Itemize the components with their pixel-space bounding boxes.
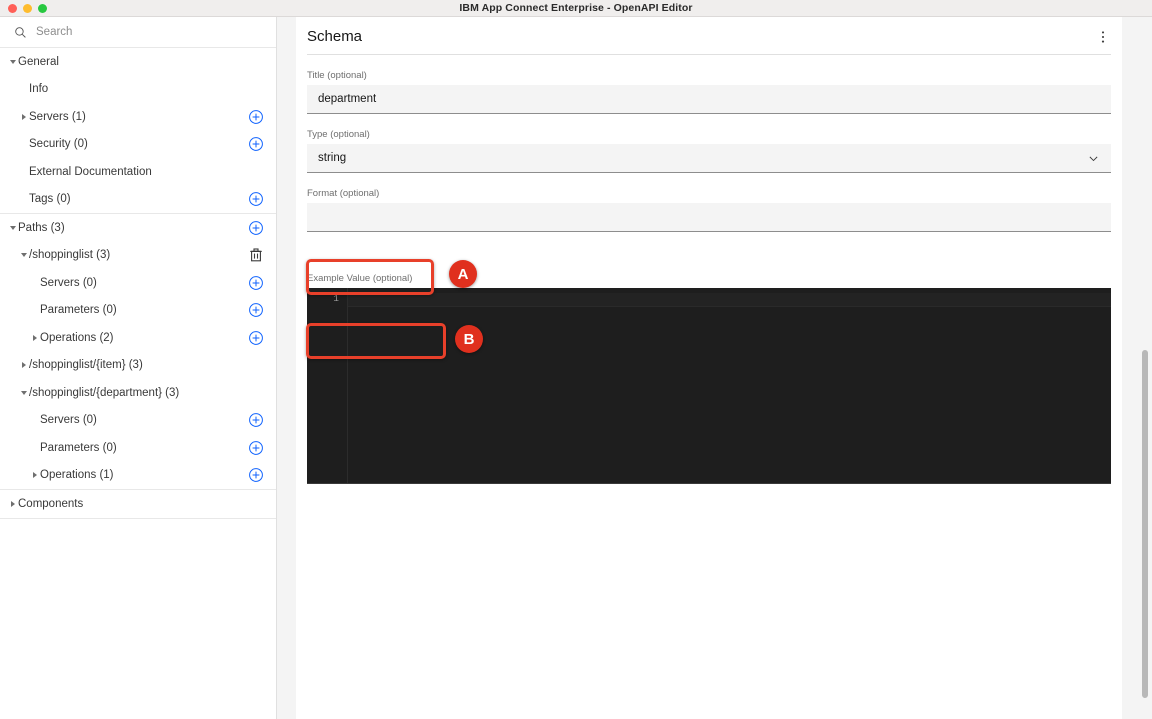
schema-title-input[interactable]: department	[307, 85, 1111, 114]
search-row[interactable]: Search	[0, 17, 276, 48]
add-icon[interactable]	[248, 440, 264, 456]
main-content: DeprecatedAllows Empty ValueExplodeAllow…	[277, 17, 1152, 719]
components-group: Components	[0, 490, 276, 519]
annotation-label-a: A	[458, 266, 469, 283]
editor-active-line	[348, 293, 1111, 307]
add-icon[interactable]	[248, 330, 264, 346]
search-icon	[14, 26, 27, 39]
kebab-menu-icon[interactable]	[1095, 29, 1111, 45]
schema-format-label: Format (optional)	[307, 188, 1111, 199]
editor-body[interactable]	[347, 288, 1111, 483]
editor-gutter: 1	[307, 288, 347, 483]
schema-type-field: Type (optional) string	[307, 114, 1111, 173]
annotation-badge-a: A	[449, 260, 477, 288]
sidebar-item[interactable]: Components	[0, 490, 276, 518]
sidebar-item-label: Servers (0)	[40, 414, 248, 426]
sidebar-item[interactable]: Operations (2)	[0, 324, 276, 352]
schema-type-label: Type (optional)	[307, 129, 1111, 140]
twisty-collapsed[interactable]	[30, 472, 40, 478]
add-icon[interactable]	[248, 302, 264, 318]
sidebar-item-label: Operations (2)	[40, 332, 248, 344]
sidebar-item-label: Paths (3)	[18, 222, 248, 234]
sidebar-item-label: Servers (1)	[29, 111, 248, 123]
sidebar-item-label: General	[18, 56, 264, 68]
sidebar-item[interactable]: Security (0)	[0, 131, 276, 159]
schema-example-field: Example Value (optional) 1	[307, 232, 1111, 484]
sidebar-item-label: Security (0)	[29, 138, 248, 150]
sidebar-item[interactable]: Operations (1)	[0, 462, 276, 490]
example-value-editor[interactable]: 1	[307, 288, 1111, 484]
sidebar-item-label: Servers (0)	[40, 277, 248, 289]
schema-format-input[interactable]	[307, 203, 1111, 232]
schema-type-select[interactable]: string	[307, 144, 1111, 173]
sidebar: Search General Info Servers (1) Security (0…	[0, 17, 277, 719]
window-title: IBM App Connect Enterprise - OpenAPI Edi…	[459, 2, 692, 14]
sidebar-item-label: Info	[29, 83, 264, 95]
sidebar-item[interactable]: Parameters (0)	[0, 297, 276, 325]
app-window: IBM App Connect Enterprise - OpenAPI Edi…	[0, 0, 1152, 719]
delete-icon[interactable]	[248, 247, 264, 263]
sidebar-item[interactable]: Servers (0)	[0, 269, 276, 297]
sidebar-item[interactable]: Info	[0, 76, 276, 104]
sidebar-item[interactable]: Parameters (0)	[0, 434, 276, 462]
schema-section-header: Schema	[307, 17, 1111, 55]
sidebar-item-label: Parameters (0)	[40, 304, 248, 316]
minimize-button[interactable]	[23, 4, 32, 13]
sidebar-item-label: /shoppinglist (3)	[29, 249, 248, 261]
maximize-button[interactable]	[38, 4, 47, 13]
close-button[interactable]	[8, 4, 17, 13]
sidebar-item[interactable]: Tags (0)	[0, 186, 276, 214]
search-input[interactable]: Search	[36, 26, 72, 38]
add-icon[interactable]	[248, 109, 264, 125]
add-icon[interactable]	[248, 412, 264, 428]
general-group: General Info Servers (1) Security (0) Extern…	[0, 48, 276, 214]
sidebar-item[interactable]: Servers (1)	[0, 103, 276, 131]
annotation-label-b: B	[464, 331, 475, 348]
window-controls	[8, 4, 47, 13]
sidebar-item[interactable]: External Documentation	[0, 158, 276, 186]
editor-line-number: 1	[307, 293, 339, 304]
sidebar-item[interactable]: General	[0, 48, 276, 76]
add-icon[interactable]	[248, 275, 264, 291]
sidebar-item[interactable]: Paths (3)	[0, 214, 276, 242]
schema-example-label: Example Value (optional)	[307, 273, 1111, 284]
sidebar-item[interactable]: /shoppinglist/{item} (3)	[0, 352, 276, 380]
schema-title-label: Title (optional)	[307, 70, 1111, 81]
add-icon[interactable]	[248, 220, 264, 236]
sidebar-item[interactable]: Servers (0)	[0, 407, 276, 435]
sidebar-item-label: External Documentation	[29, 166, 264, 178]
navigation-tree: General Info Servers (1) Security (0) Extern…	[0, 48, 276, 519]
sidebar-item-label: Operations (1)	[40, 469, 248, 481]
sidebar-item-label: Parameters (0)	[40, 442, 248, 454]
twisty-collapsed[interactable]	[19, 114, 29, 120]
title-bar: IBM App Connect Enterprise - OpenAPI Edi…	[0, 0, 1152, 17]
sidebar-item[interactable]: /shoppinglist (3)	[0, 242, 276, 270]
add-icon[interactable]	[248, 191, 264, 207]
annotation-badge-b: B	[455, 325, 483, 353]
schema-format-field: Format (optional)	[307, 173, 1111, 232]
scrollbar-thumb[interactable]	[1142, 350, 1148, 698]
add-icon[interactable]	[248, 136, 264, 152]
sidebar-item-label: Tags (0)	[29, 193, 248, 205]
sidebar-item-label: /shoppinglist/{department} (3)	[29, 387, 264, 399]
schema-heading: Schema	[307, 28, 362, 45]
twisty-expanded[interactable]	[8, 226, 18, 230]
twisty-collapsed[interactable]	[30, 335, 40, 341]
paths-group: Paths (3) /shoppinglist (3) Servers (0) Par…	[0, 214, 276, 490]
twisty-expanded[interactable]	[19, 391, 29, 395]
sidebar-item[interactable]: /shoppinglist/{department} (3)	[0, 379, 276, 407]
vertical-scrollbar[interactable]	[1140, 17, 1150, 719]
sidebar-item-label: Components	[18, 498, 264, 510]
add-icon[interactable]	[248, 467, 264, 483]
twisty-collapsed[interactable]	[8, 501, 18, 507]
schema-title-field: Title (optional) department	[307, 55, 1111, 114]
chevron-down-icon	[1087, 152, 1100, 165]
twisty-collapsed[interactable]	[19, 362, 29, 368]
content-card: DeprecatedAllows Empty ValueExplodeAllow…	[296, 17, 1122, 719]
sidebar-item-label: /shoppinglist/{item} (3)	[29, 359, 264, 371]
twisty-expanded[interactable]	[8, 60, 18, 64]
twisty-expanded[interactable]	[19, 253, 29, 257]
schema-type-value: string	[318, 152, 346, 164]
